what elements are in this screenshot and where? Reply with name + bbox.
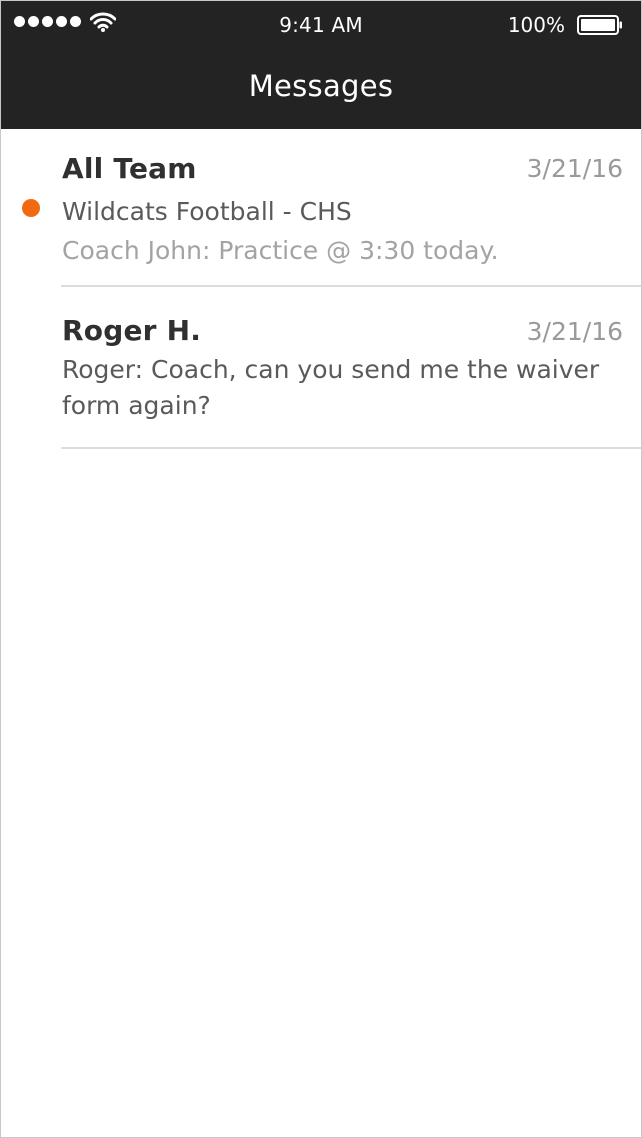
top-bar: 9:41 AM 100% Messages — [1, 1, 641, 129]
conversation-name: All Team — [62, 152, 197, 185]
conversation-list: All Team 3/21/16 Wildcats Football - CHS… — [1, 129, 641, 449]
conversation-row-roger-h[interactable]: Roger H. 3/21/16 Roger: Coach, can you s… — [1, 287, 641, 449]
battery-icon — [577, 15, 622, 35]
conversation-date: 3/21/16 — [526, 317, 623, 346]
page-title: Messages — [248, 69, 394, 103]
conversation-date: 3/21/16 — [526, 154, 623, 183]
conversation-row-all-team[interactable]: All Team 3/21/16 Wildcats Football - CHS… — [1, 129, 641, 287]
status-bar: 9:41 AM 100% — [1, 1, 641, 49]
conversation-name: Roger H. — [62, 314, 202, 347]
row-divider — [61, 447, 641, 449]
conversation-preview: Coach John: Practice @ 3:30 today. — [62, 236, 499, 265]
unread-indicator-icon — [22, 199, 40, 217]
conversation-subtitle: Wildcats Football - CHS — [62, 197, 352, 226]
conversation-preview: Roger: Coach, can you send me the waiver… — [62, 355, 600, 420]
messages-screen: 9:41 AM 100% Messages All Team 3/21/16 W… — [0, 0, 642, 1138]
battery-percent: 100% — [507, 13, 565, 37]
